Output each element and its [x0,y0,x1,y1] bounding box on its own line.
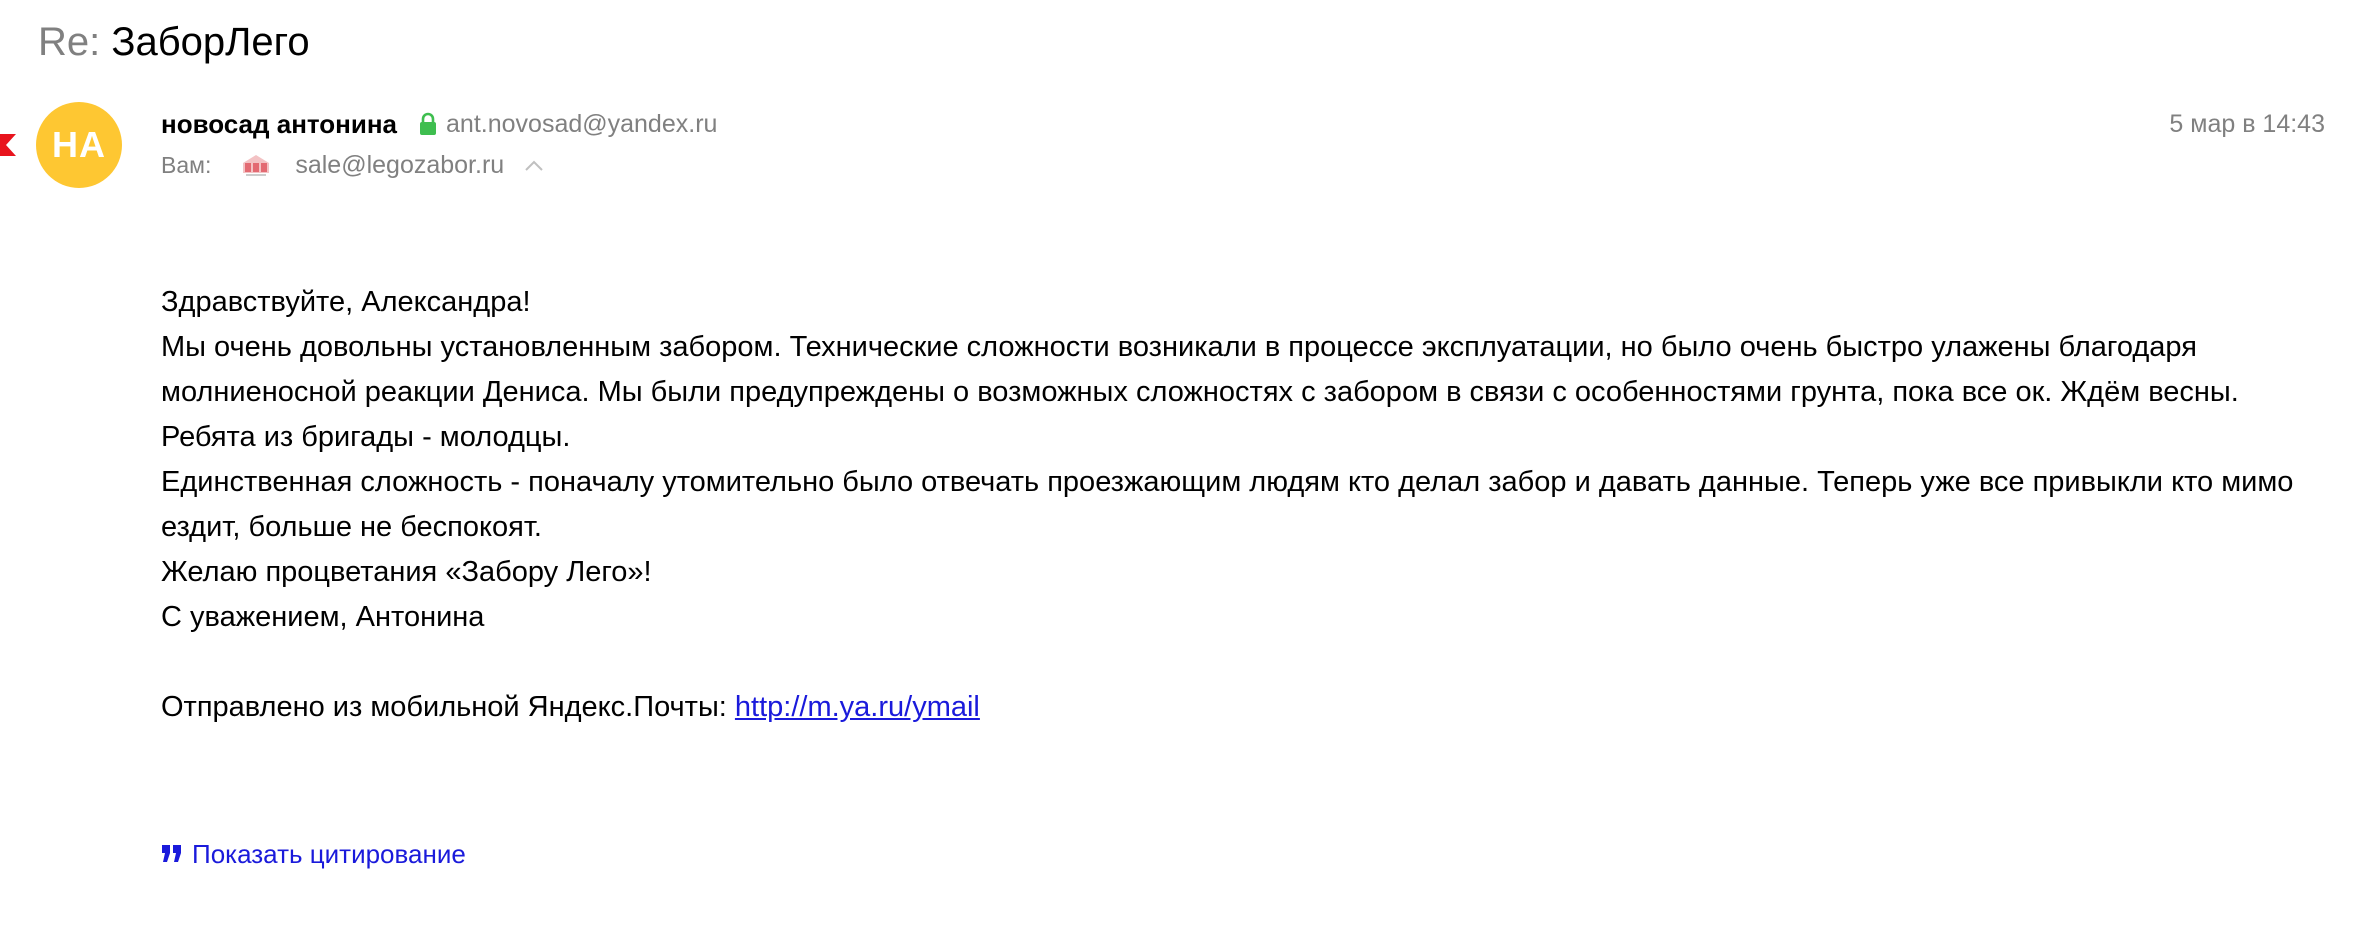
recipient-email[interactable]: sale@legozabor.ru [295,151,504,180]
lock-icon [420,112,437,135]
quote-icon [162,845,181,862]
recipient-row: Вам: sale@legozabor.ru [161,148,544,182]
message-date: 5 мар в 14:43 [2169,110,2325,138]
body-paragraph: Ребята из бригады - молодцы. [161,421,571,453]
sent-from-line: Отправлено из мобильной Яндекс.Почты: ht… [161,685,2321,730]
message-subject: Re: ЗаборЛего [38,14,310,70]
sender-row: новосад антонина ant.novosad@yandex.ru [161,106,717,142]
sent-from-text: Отправлено из мобильной Яндекс.Почты: [161,691,735,723]
to-label: Вам: [161,151,212,178]
show-quote-button[interactable]: Показать цитирование [161,836,466,872]
body-paragraph: Единственная сложность - поначалу утомит… [161,466,2294,543]
subject-title: ЗаборЛего [111,20,310,64]
body-paragraph: Мы очень довольны установленным забором.… [161,331,2239,408]
chevron-up-icon[interactable] [524,158,544,172]
sender-email[interactable]: ant.novosad@yandex.ru [446,110,717,139]
company-logo-icon [243,155,270,176]
body-paragraph: Желаю процветания «Забору Лего»! [161,556,652,588]
flag-icon[interactable] [0,134,16,156]
show-quote-label[interactable]: Показать цитирование [192,839,466,870]
sent-from-link[interactable]: http://m.ya.ru/ymail [735,691,980,723]
greeting: Здравствуйте, Александра! [161,286,531,318]
sender-name[interactable]: новосад антонина [161,109,397,140]
subject-prefix: Re: [38,20,112,64]
signature: С уважением, Антонина [161,601,485,633]
message-body: Здравствуйте, Александра! Мы очень довол… [161,280,2321,730]
avatar[interactable]: НА [36,102,122,188]
